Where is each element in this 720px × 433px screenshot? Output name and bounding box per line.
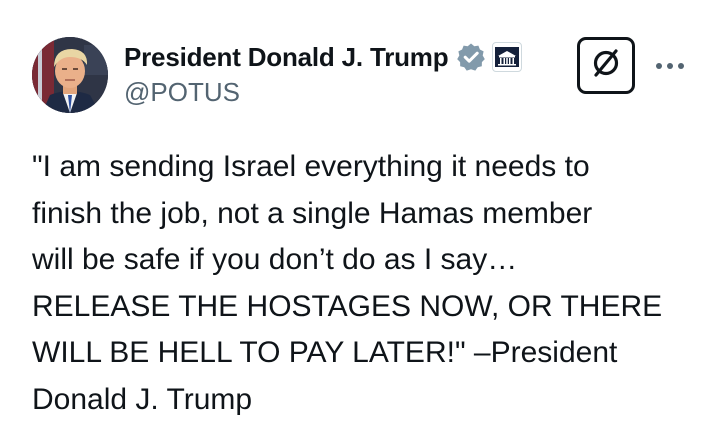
grok-button[interactable] — [577, 37, 635, 94]
user-handle[interactable]: @POTUS — [124, 77, 522, 108]
verified-badge-icon[interactable] — [456, 42, 486, 72]
display-name[interactable]: President Donald J. Trump — [124, 42, 449, 73]
more-horizontal-icon — [655, 57, 685, 75]
more-options-button[interactable] — [654, 52, 686, 80]
grok-icon — [589, 46, 623, 85]
avatar[interactable] — [32, 37, 108, 113]
avatar-image — [32, 37, 108, 113]
name-row: President Donald J. Trump — [124, 40, 523, 74]
tweet-header: President Donald J. Trump @POTUS — [124, 40, 523, 108]
tweet-card: President Donald J. Trump @POTUS "I am s… — [0, 0, 720, 433]
white-house-icon[interactable] — [492, 42, 523, 72]
tweet-text: "I am sending Israel everything it needs… — [32, 150, 663, 416]
